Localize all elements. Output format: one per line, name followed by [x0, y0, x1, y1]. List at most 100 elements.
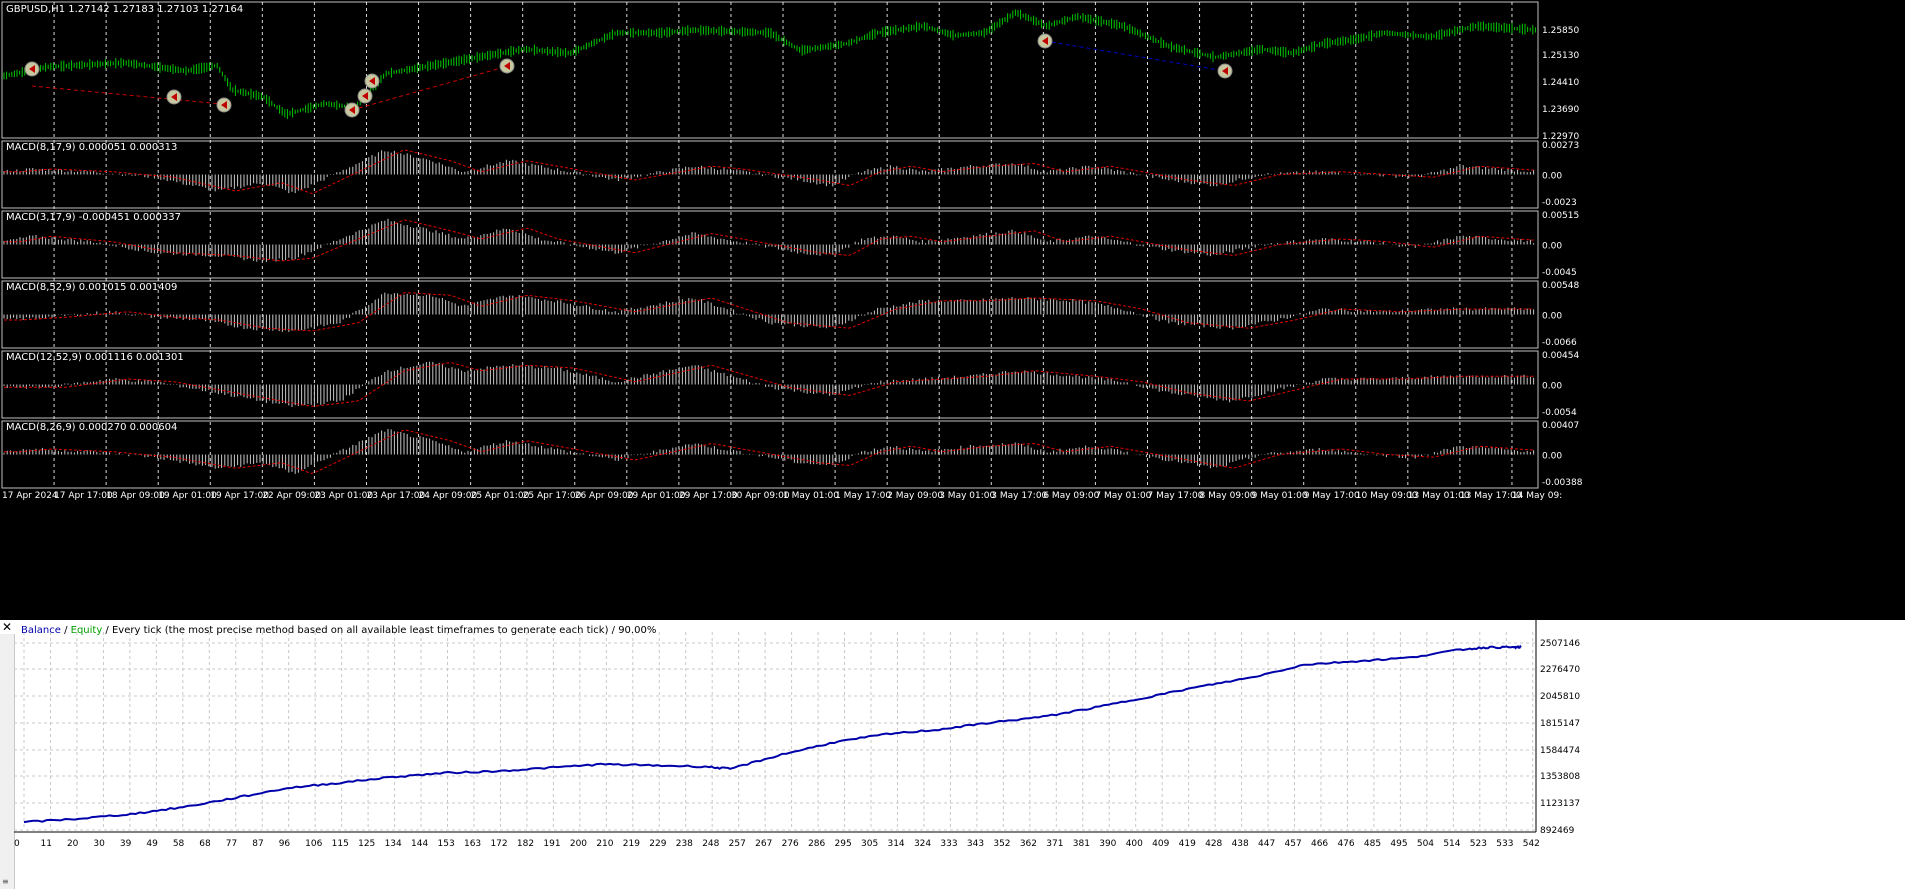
time-label: 19 Apr 01:00	[158, 491, 217, 501]
tester-x-label: 371	[1046, 839, 1063, 849]
tester-x-label: 324	[914, 839, 931, 849]
tester-tab-icon[interactable]: ≡	[2, 877, 12, 887]
time-label: 17 Apr 2024	[2, 491, 58, 501]
time-label: 24 Apr 09:00	[419, 491, 478, 501]
time-label: 23 Apr 17:00	[366, 491, 425, 501]
tester-x-label: 523	[1470, 839, 1487, 849]
tester-x-label: 58	[173, 839, 185, 849]
time-label: 1 May 17:00	[835, 491, 891, 501]
tester-x-label: 30	[93, 839, 105, 849]
tester-x-label: 286	[808, 839, 825, 849]
tester-x-label: 295	[835, 839, 852, 849]
tester-x-label: 390	[1099, 839, 1116, 849]
tester-x-label: 419	[1179, 839, 1196, 849]
price-label: 1.25850	[1542, 26, 1579, 36]
tester-y-label: 2507146	[1540, 639, 1580, 649]
tester-x-label: 0	[14, 839, 20, 849]
tester-y-label: 2045810	[1540, 692, 1580, 702]
tester-y-label: 1815147	[1540, 719, 1580, 729]
time-label: 8 May 09:00	[1200, 491, 1256, 501]
tester-x-label: 87	[252, 839, 263, 849]
price-label: 1.24410	[1542, 78, 1579, 88]
tester-y-label: 1353808	[1540, 772, 1580, 782]
tester-x-label: 457	[1285, 839, 1302, 849]
time-label: 6 May 09:00	[1043, 491, 1099, 501]
tester-x-label: 495	[1390, 839, 1407, 849]
balance-line	[23, 644, 1522, 824]
tester-x-label: 229	[649, 839, 666, 849]
tester-x-label: 533	[1496, 839, 1513, 849]
price-label: 1.25130	[1542, 51, 1579, 61]
macd-scale-top: 0.00273	[1542, 141, 1579, 151]
tester-x-label: 115	[332, 839, 349, 849]
tester-y-axis: 2507146 2276470 2045810 1815147 1584474 13538…	[1540, 639, 1580, 836]
tester-y-label: 1584474	[1540, 746, 1580, 756]
tester-x-label: 191	[543, 839, 560, 849]
tester-grid	[14, 620, 1537, 833]
tester-x-label: 428	[1205, 839, 1222, 849]
macd-label: MACD(8,26,9) 0.000270 0.000604	[6, 422, 177, 433]
symbol-info: GBPUSD,H1 1.27142 1.27183 1.27103 1.2716…	[6, 4, 243, 15]
tester-y-label: 1123137	[1540, 799, 1580, 809]
time-label: 29 Apr 17:00	[679, 491, 738, 501]
time-label: 30 Apr 09:00	[731, 491, 790, 501]
tester-x-label: 276	[782, 839, 799, 849]
close-icon[interactable]: ✕	[0, 620, 14, 634]
time-label: 17 Apr 17:00	[54, 491, 113, 501]
time-label: 2 May 09:00	[887, 491, 943, 501]
tester-x-label: 238	[676, 839, 693, 849]
time-label: 9 May 17:00	[1304, 491, 1360, 501]
tester-x-label: 20	[67, 839, 79, 849]
tester-x-label: 144	[411, 839, 428, 849]
tester-y-label: 892469	[1540, 826, 1575, 836]
tester-x-label: 125	[358, 839, 375, 849]
macd-scale-top: 0.00407	[1542, 421, 1579, 431]
tester-x-label: 333	[940, 839, 957, 849]
tester-x-label: 106	[305, 839, 322, 849]
tester-x-label: 77	[226, 839, 237, 849]
macd-label: MACD(3,17,9) -0.000451 0.000337	[6, 212, 181, 223]
tester-x-label: 49	[146, 839, 158, 849]
tester-x-label: 153	[438, 839, 455, 849]
tester-x-label: 257	[729, 839, 746, 849]
macd-scale-bottom: -0.0023	[1542, 198, 1577, 208]
tester-x-label: 400	[1126, 839, 1143, 849]
legend-sep: /	[61, 625, 71, 636]
time-label: 3 May 01:00	[939, 491, 995, 501]
time-label: 25 Apr 17:00	[523, 491, 582, 501]
macd-label: MACD(12,52,9) 0.001116 0.001301	[6, 352, 184, 363]
time-label: 14 May 09:	[1512, 491, 1562, 501]
time-label: 9 May 01:00	[1252, 491, 1308, 501]
macd-scale-zero: 0.00	[1542, 242, 1562, 252]
macd-label: MACD(8,17,9) 0.000051 0.000313	[6, 142, 177, 153]
tester-y-label: 2276470	[1540, 665, 1580, 675]
tester-x-label: 305	[861, 839, 878, 849]
tester-x-label: 39	[120, 839, 132, 849]
legend-equity: Equity	[71, 625, 103, 636]
tester-x-label: 485	[1364, 839, 1381, 849]
balance-graph: Balance / Equity / Every tick (the most …	[14, 620, 1580, 849]
tester-x-label: 172	[490, 839, 507, 849]
tester-x-label: 96	[279, 839, 291, 849]
tester-x-label: 362	[1020, 839, 1037, 849]
macd-scale-zero: 0.00	[1542, 452, 1562, 462]
price-label: 1.23690	[1542, 105, 1579, 115]
time-label: 19 Apr 17:00	[210, 491, 269, 501]
tester-sidebar: ≡	[0, 634, 15, 889]
legend-info: / Every tick (the most precise method ba…	[102, 625, 656, 636]
tester-x-label: 514	[1443, 839, 1460, 849]
tester-x-label: 267	[755, 839, 772, 849]
tester-x-label: 466	[1311, 839, 1328, 849]
tester-x-label: 68	[199, 839, 211, 849]
time-label: 7 May 01:00	[1095, 491, 1151, 501]
strategy-tester-graph: ✕ ≡ Balance / Equity / Every tick (the m…	[0, 620, 1905, 889]
terminal-charts: GBPUSD,H1 1.27142 1.27183 1.27103 1.2716…	[0, 0, 1905, 620]
macd-scale-bottom: -0.0066	[1542, 338, 1577, 348]
tester-x-label: 476	[1337, 839, 1354, 849]
tester-x-label: 438	[1232, 839, 1249, 849]
time-label: 22 Apr 09:00	[262, 491, 321, 501]
macd-scale-bottom: -0.0045	[1542, 268, 1577, 278]
tester-x-label: 343	[967, 839, 984, 849]
time-label: 18 Apr 09:00	[106, 491, 165, 501]
time-label: 3 May 17:00	[991, 491, 1047, 501]
